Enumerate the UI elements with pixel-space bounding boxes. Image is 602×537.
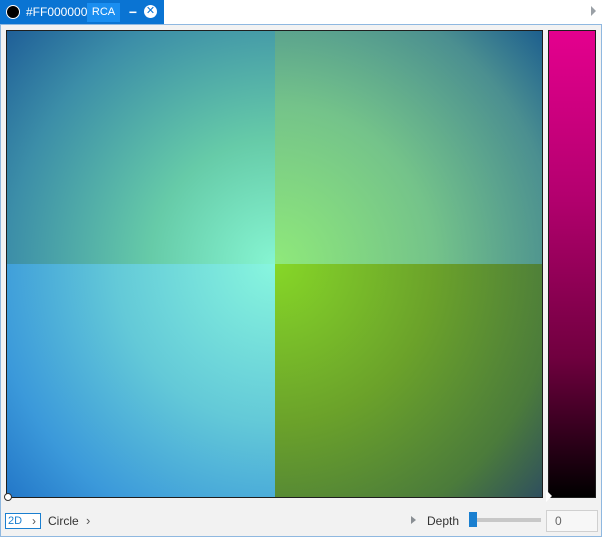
color-field[interactable] (6, 30, 543, 498)
depth-slider-thumb[interactable] (469, 512, 477, 527)
value-slider-marker[interactable] (546, 490, 552, 502)
dimension-mode-button[interactable]: 2D › (5, 513, 41, 529)
triangle-right-icon[interactable] (411, 516, 416, 524)
depth-slider-track[interactable] (473, 518, 541, 522)
mode-badge[interactable]: RCA (87, 3, 120, 22)
title-bar: #FF000000 RCA − ✕ (0, 0, 602, 24)
color-field-quadrant-top-right (274, 31, 542, 264)
chevron-right-icon: › (32, 514, 36, 528)
minimize-button[interactable]: − (127, 4, 139, 20)
bottom-toolbar: 2D › Circle › Depth 0 (1, 505, 601, 536)
close-icon[interactable]: ✕ (144, 5, 157, 18)
color-field-handle[interactable] (4, 493, 12, 501)
chevron-right-icon[interactable]: › (86, 513, 90, 528)
color-field-quadrant-bottom-left (7, 264, 275, 497)
dimension-mode-label: 2D (8, 515, 23, 527)
color-hex-label: #FF000000 (26, 5, 88, 19)
depth-value-field[interactable]: 0 (546, 510, 598, 532)
chevron-right-icon[interactable] (591, 6, 596, 16)
depth-label: Depth (427, 514, 460, 528)
value-slider-strip[interactable] (548, 30, 596, 498)
color-field-quadrant-bottom-right (274, 264, 542, 497)
color-tab[interactable]: #FF000000 RCA − ✕ (0, 0, 164, 24)
color-swatch (6, 5, 20, 19)
shape-selector[interactable]: Circle (48, 514, 79, 528)
